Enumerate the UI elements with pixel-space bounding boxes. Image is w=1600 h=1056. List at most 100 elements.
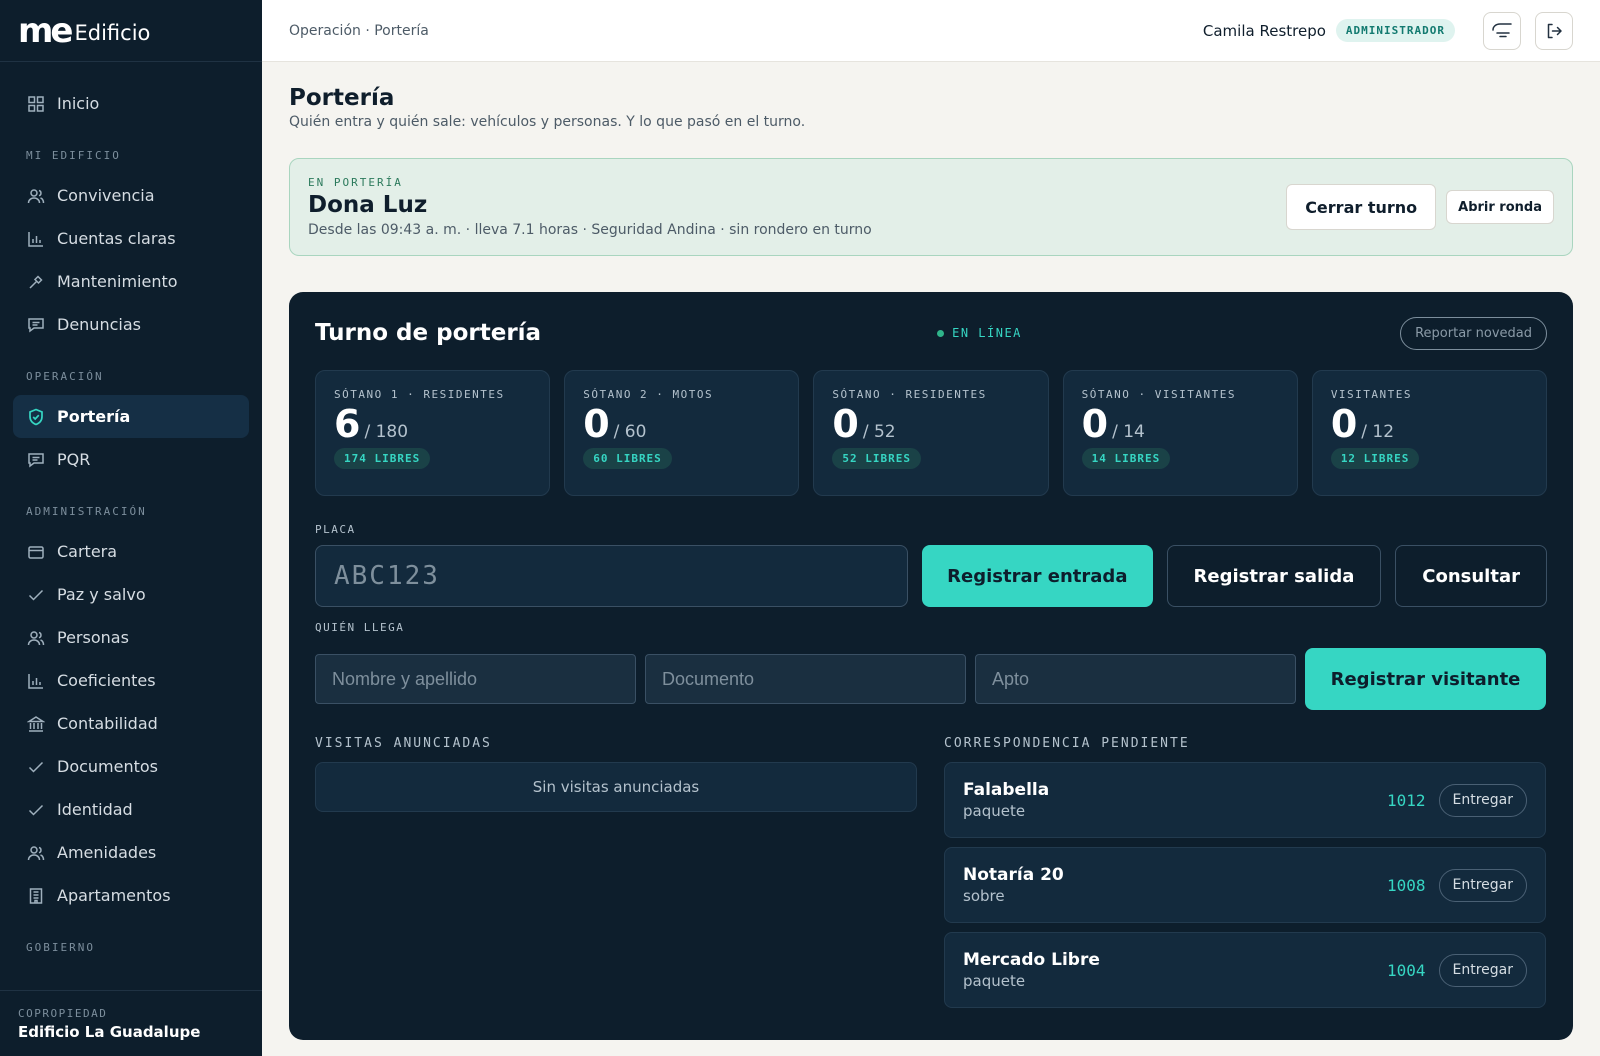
stat-free-badge: 60 LIBRES	[583, 447, 672, 469]
visitor-row: Registrar visitante	[315, 648, 1547, 710]
shift-info: EN PORTERÍA Dona Luz Desde las 09:43 a. …	[308, 176, 1286, 238]
stat-label: VISITANTES	[1330, 388, 1413, 401]
brand[interactable]: me Edificio	[0, 0, 262, 62]
open-round-button[interactable]: Abrir ronda	[1446, 190, 1554, 224]
visitor-apt-input[interactable]	[975, 654, 1296, 704]
register-entry-button[interactable]: Registrar entrada	[922, 545, 1153, 607]
mail-apartment: 1012	[1386, 790, 1426, 810]
stat-used: 6	[334, 402, 361, 446]
online-status-label: EN LÍNEA	[952, 326, 1022, 340]
people-icon	[27, 629, 45, 647]
sidebar-item-personas[interactable]: Personas	[13, 616, 249, 659]
sidebar-item-apartamentos[interactable]: Apartamentos	[13, 874, 249, 917]
bank-icon	[27, 715, 45, 733]
people-icon	[27, 187, 45, 205]
brand-name: Edificio	[74, 20, 151, 45]
user-area: Camila Restrepo ADMINISTRADOR	[1202, 11, 1573, 50]
sidebar-item-inicio[interactable]: Inicio	[13, 82, 249, 125]
panel-header: Turno de portería EN LÍNEA Reportar nove…	[315, 316, 1547, 350]
shift-banner: EN PORTERÍA Dona Luz Desde las 09:43 a. …	[289, 158, 1573, 256]
stat-free-badge: 14 LIBRES	[1081, 447, 1171, 469]
sidebar-item-identidad[interactable]: Identidad	[13, 788, 249, 831]
plate-row: Registrar entrada Registrar salida Consu…	[315, 545, 1547, 607]
sidebar-item-cuentas-claras[interactable]: Cuentas claras	[13, 217, 249, 260]
sidebar-item-porteria[interactable]: Portería	[13, 395, 249, 438]
announced-visits-label: VISITAS ANUNCIADAS	[315, 736, 492, 751]
report-incident-button[interactable]: Reportar novedad	[1400, 316, 1547, 350]
main-content: Portería Quién entra y quién sale: vehíc…	[262, 62, 1600, 1056]
sidebar-item-convivencia[interactable]: Convivencia	[13, 174, 249, 217]
sidebar-nav: Inicio MI EDIFICIO Convivencia Cuentas c…	[0, 62, 262, 966]
message-icon	[27, 451, 45, 469]
mail-kind: sobre	[963, 887, 1005, 905]
sidebar-item-label: Cuentas claras	[57, 229, 176, 248]
sidebar-item-pqr[interactable]: PQR	[13, 438, 249, 481]
register-exit-button[interactable]: Registrar salida	[1166, 545, 1382, 607]
mail-apartment: 1004	[1386, 960, 1426, 980]
brand-logo-mark: me	[18, 10, 73, 51]
logout-icon	[1545, 22, 1563, 40]
grid-icon	[27, 95, 45, 113]
logout-button[interactable]	[1535, 11, 1573, 50]
bar-chart-icon	[27, 230, 45, 248]
user-name: Camila Restrepo	[1202, 21, 1326, 40]
stat-free-badge: 12 LIBRES	[1330, 447, 1420, 469]
query-button[interactable]: Consultar	[1395, 545, 1547, 607]
sidebar-item-paz-y-salvo[interactable]: Paz y salvo	[13, 573, 249, 616]
sidebar-item-label: Mantenimiento	[57, 272, 178, 291]
sidebar-item-amenidades[interactable]: Amenidades	[13, 831, 249, 874]
guard-name: Dona Luz	[308, 192, 428, 218]
sidebar-item-coeficientes[interactable]: Coeficientes	[13, 659, 249, 702]
sidebar-item-label: Convivencia	[57, 186, 155, 205]
message-icon	[27, 316, 45, 334]
sidebar-item-label: Contabilidad	[57, 714, 158, 733]
close-shift-button[interactable]: Cerrar turno	[1286, 184, 1437, 230]
mail-kind: paquete	[963, 972, 1026, 990]
stat-card: SÓTANO 2 · MOTOS 0/ 60 60 LIBRES	[564, 370, 800, 496]
stat-label: SÓTANO 1 · RESIDENTES	[334, 388, 505, 401]
sidebar: me Edificio Inicio MI EDIFICIO Convivenc…	[0, 0, 262, 1056]
sidebar-section-title: MI EDIFICIO	[26, 149, 121, 162]
list-item: Falabella paquete 1012 Entregar	[944, 762, 1546, 838]
announced-visits: VISITAS ANUNCIADAS Sin visitas anunciada…	[315, 736, 917, 1017]
mail-kind: paquete	[963, 802, 1026, 820]
deliver-button[interactable]: Entregar	[1438, 783, 1527, 817]
visitor-name-input[interactable]	[315, 654, 636, 704]
sidebar-item-label: Identidad	[57, 800, 133, 819]
building-selector[interactable]: COPROPIEDAD Edificio La Guadalupe	[0, 990, 262, 1056]
stat-used: 0	[1081, 402, 1109, 446]
sidebar-item-label: Cartera	[57, 542, 118, 561]
sidebar-item-mantenimiento[interactable]: Mantenimiento	[13, 260, 249, 303]
deliver-button[interactable]: Entregar	[1438, 868, 1527, 902]
stat-label: SÓTANO · RESIDENTES	[832, 388, 987, 401]
stat-capacity: / 52	[862, 422, 896, 442]
plate-input[interactable]	[315, 545, 909, 607]
filter-button[interactable]	[1483, 11, 1521, 50]
sidebar-item-cartera[interactable]: Cartera	[13, 530, 249, 573]
plate-label: PLACA	[315, 523, 356, 536]
mail-sender: Falabella	[963, 780, 1050, 800]
sidebar-item-denuncias[interactable]: Denuncias	[13, 303, 249, 346]
stat-card: SÓTANO · RESIDENTES 0/ 52 52 LIBRES	[813, 370, 1049, 496]
sidebar-item-contabilidad[interactable]: Contabilidad	[13, 702, 249, 745]
sidebar-item-label: Amenidades	[57, 843, 157, 862]
stat-free-badge: 174 LIBRES	[334, 447, 431, 469]
panel-title: Turno de portería	[315, 320, 542, 346]
mail-sender: Notaría 20	[963, 865, 1064, 885]
sidebar-item-documentos[interactable]: Documentos	[13, 745, 249, 788]
stat-card: SÓTANO 1 · RESIDENTES 6/ 180 174 LIBRES	[315, 370, 551, 496]
stat-free-badge: 52 LIBRES	[832, 447, 922, 469]
register-visitor-button[interactable]: Registrar visitante	[1305, 648, 1546, 710]
stat-capacity: / 12	[1361, 422, 1395, 442]
check-icon	[27, 758, 45, 776]
check-icon	[27, 801, 45, 819]
building-name: Edificio La Guadalupe	[18, 1023, 201, 1041]
filter-icon	[1491, 22, 1513, 40]
status-dot-icon	[937, 329, 945, 337]
parking-stats: SÓTANO 1 · RESIDENTES 6/ 180 174 LIBRES …	[315, 370, 1548, 496]
stat-used: 0	[832, 402, 859, 446]
shift-meta: Desde las 09:43 a. m. · lleva 7.1 horas …	[308, 222, 872, 238]
deliver-button[interactable]: Entregar	[1438, 953, 1527, 987]
sidebar-section-title: GOBIERNO	[26, 941, 95, 954]
visitor-document-input[interactable]	[645, 654, 966, 704]
